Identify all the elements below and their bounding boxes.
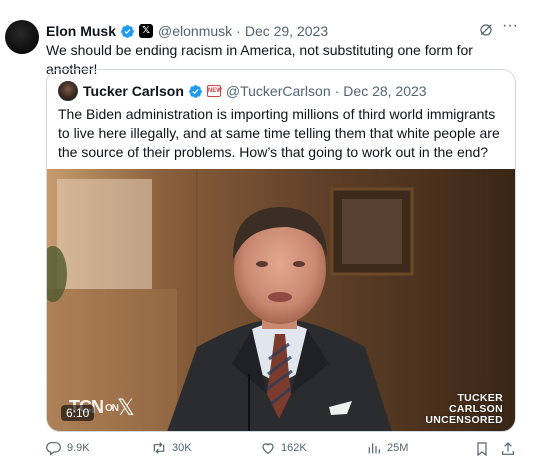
- x-logo-icon: 𝕏: [117, 395, 135, 420]
- repost-count: 30K: [172, 442, 192, 454]
- like-count: 162K: [281, 442, 307, 454]
- quoted-author-handle[interactable]: @TuckerCarlson: [226, 83, 331, 99]
- quoted-tweet-header: Tucker Carlson NEW @TuckerCarlson · Dec …: [83, 81, 427, 101]
- quoted-tweet-date[interactable]: Dec 28, 2023: [343, 83, 426, 99]
- separator-dot: ·: [236, 23, 241, 39]
- verified-badge-icon: [188, 84, 202, 98]
- repost-button[interactable]: 30K: [151, 440, 192, 456]
- reply-button[interactable]: 9.9K: [46, 440, 90, 456]
- quoted-author-avatar[interactable]: [58, 81, 78, 101]
- author-avatar[interactable]: [5, 20, 39, 54]
- view-count: 25M: [387, 442, 409, 454]
- like-button[interactable]: 162K: [260, 440, 307, 456]
- show-title-watermark: TUCKER CARLSON UNCENSORED: [425, 393, 503, 426]
- repost-icon: [153, 442, 165, 454]
- quoted-tweet[interactable]: Tucker Carlson NEW @TuckerCarlson · Dec …: [46, 69, 516, 432]
- bookmark-icon[interactable]: [474, 441, 490, 457]
- action-bar: 9.9K 30K 162K 25M: [46, 440, 521, 460]
- tweet-date[interactable]: Dec 29, 2023: [245, 23, 328, 39]
- x-affiliate-icon: 𝕏: [139, 24, 154, 38]
- quoted-author-name[interactable]: Tucker Carlson: [83, 83, 184, 99]
- author-handle[interactable]: @elonmusk: [158, 23, 232, 39]
- like-icon: [262, 443, 274, 455]
- views-icon: [368, 443, 380, 454]
- separator-dot: ·: [334, 83, 340, 99]
- more-icon[interactable]: ···: [502, 18, 518, 35]
- reply-icon: [46, 442, 61, 456]
- tweet-header: Elon Musk 𝕏 @elonmusk · Dec 29, 2023: [46, 21, 533, 41]
- verified-badge-icon: [121, 24, 134, 38]
- video-duration: 6:10: [61, 405, 95, 421]
- org-badge-icon: NEW: [206, 85, 222, 97]
- grok-icon[interactable]: [478, 22, 494, 38]
- show-title-line: UNCENSORED: [425, 414, 503, 426]
- author-name[interactable]: Elon Musk: [46, 23, 116, 39]
- quoted-tweet-text: The Biden administration is importing mi…: [58, 106, 500, 160]
- reply-count: 9.9K: [67, 442, 90, 454]
- share-icon[interactable]: [500, 441, 516, 457]
- views-button[interactable]: 25M: [366, 440, 408, 456]
- video-player[interactable]: TCNON 𝕏 6:10 TUCKER CARLSON UNCENSORED: [47, 169, 515, 431]
